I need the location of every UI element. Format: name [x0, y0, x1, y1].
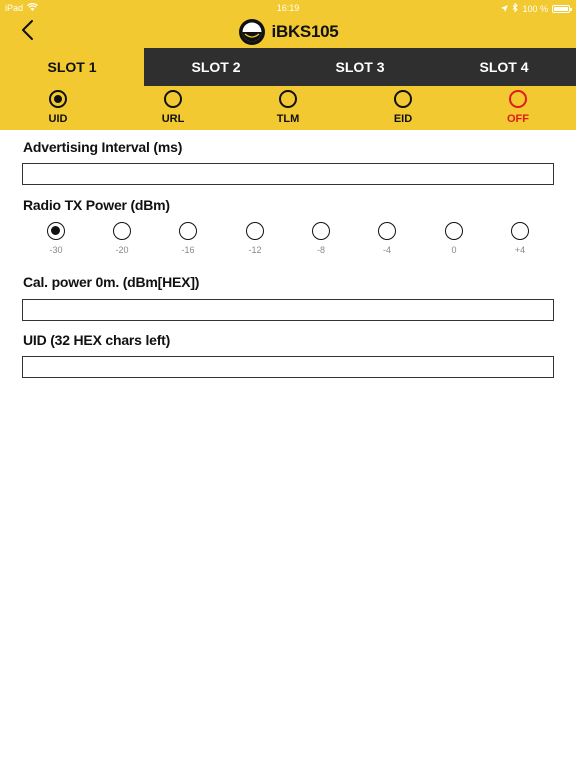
radio-unselected-icon[interactable] [246, 222, 264, 240]
frame-type-label: UID [48, 113, 68, 125]
tx-power-value: -30 [49, 245, 63, 255]
uid-input[interactable] [22, 356, 554, 378]
frame-type-off[interactable]: OFF [488, 90, 548, 125]
tx-power-option[interactable]: 0 [434, 222, 474, 255]
frame-type-selector: UID URL TLM EID OFF [0, 86, 576, 130]
frame-type-uid[interactable]: UID [28, 90, 88, 125]
tx-power-value: -16 [181, 245, 195, 255]
tx-power-value: -8 [316, 245, 325, 255]
slot-tabs: SLOT 1 SLOT 2 SLOT 3 SLOT 4 [0, 48, 576, 86]
tx-power-value: -12 [248, 245, 262, 255]
beacon-logo-icon [238, 18, 266, 46]
bluetooth-icon [512, 2, 519, 14]
frame-type-label: OFF [507, 113, 529, 125]
radio-unselected-icon[interactable] [179, 222, 197, 240]
radio-selected-icon[interactable] [49, 90, 67, 108]
radio-unselected-icon[interactable] [312, 222, 330, 240]
radio-unselected-icon[interactable] [378, 222, 396, 240]
tx-power-option[interactable]: +4 [500, 222, 540, 255]
battery-label: 100 % [522, 3, 548, 14]
tx-power-value: +4 [514, 245, 526, 255]
status-right: 100 % [501, 2, 572, 14]
radio-unselected-icon[interactable] [394, 90, 412, 108]
page-title: iBKS105 [271, 22, 339, 41]
advertising-interval-input[interactable] [22, 163, 554, 185]
tab-slot-4[interactable]: SLOT 4 [432, 48, 576, 86]
frame-type-url[interactable]: URL [143, 90, 203, 125]
frame-type-eid[interactable]: EID [373, 90, 433, 125]
nav-title-group: iBKS105 [0, 18, 576, 46]
radio-unselected-icon[interactable] [445, 222, 463, 240]
status-time: 16:19 [276, 3, 300, 13]
radio-unselected-icon[interactable] [511, 222, 529, 240]
radio-unselected-icon[interactable] [279, 90, 297, 108]
tab-slot-1[interactable]: SLOT 1 [0, 48, 144, 86]
tx-power-value: 0 [451, 245, 457, 255]
radio-unselected-icon[interactable] [509, 90, 527, 108]
tab-slot-3[interactable]: SLOT 3 [288, 48, 432, 86]
tx-power-option[interactable]: -12 [235, 222, 275, 255]
frame-type-label: TLM [276, 113, 300, 125]
tx-power-option[interactable]: -16 [168, 222, 208, 255]
tx-power-option[interactable]: -8 [301, 222, 341, 255]
radio-selected-icon[interactable] [47, 222, 65, 240]
tab-slot-2[interactable]: SLOT 2 [144, 48, 288, 86]
frame-type-label: EID [393, 113, 413, 125]
radio-tx-power-label: Radio TX Power (dBm) [23, 197, 170, 213]
uid-label: UID (32 HEX chars left) [23, 332, 171, 348]
cal-power-label: Cal. power 0m. (dBm[HEX]) [23, 274, 200, 290]
cal-power-input[interactable] [22, 299, 554, 321]
advertising-interval-label: Advertising Interval (ms) [23, 139, 183, 155]
location-arrow-icon [501, 4, 509, 14]
tx-power-option[interactable]: -20 [102, 222, 142, 255]
nav-bar: iBKS105 [0, 16, 576, 48]
tx-power-option[interactable]: -30 [36, 222, 76, 255]
tx-power-option[interactable]: -4 [367, 222, 407, 255]
battery-full-icon [552, 4, 572, 13]
frame-type-tlm[interactable]: TLM [258, 90, 318, 125]
status-bar: iPad 16:19 100 % [0, 0, 576, 16]
tx-power-value: -4 [382, 245, 391, 255]
radio-unselected-icon[interactable] [113, 222, 131, 240]
radio-unselected-icon[interactable] [164, 90, 182, 108]
frame-type-label: URL [161, 113, 185, 125]
tx-power-value: -20 [115, 245, 129, 255]
